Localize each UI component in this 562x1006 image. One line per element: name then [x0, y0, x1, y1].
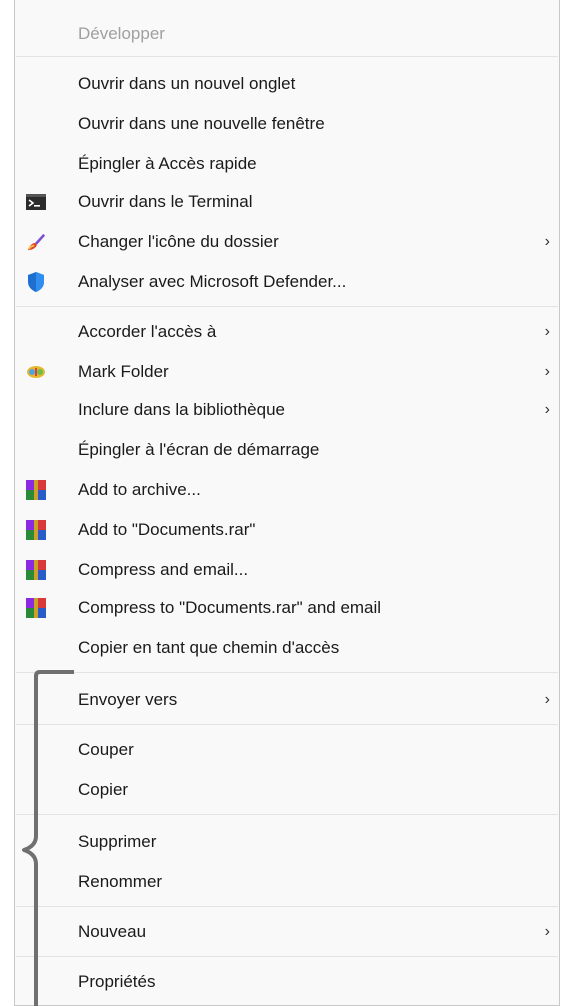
- chevron-right-icon: ›: [544, 233, 550, 250]
- menu-separator: [16, 814, 558, 815]
- paint-brush-icon: [26, 232, 46, 252]
- chevron-right-icon: ›: [544, 923, 550, 940]
- menu-item-label: Ouvrir dans le Terminal: [78, 192, 253, 211]
- winrar-icon: [26, 560, 46, 580]
- winrar-icon: [26, 480, 46, 500]
- menu-item-label: Accorder l'accès à: [78, 322, 217, 341]
- menu-item-label: Copier en tant que chemin d'accès: [78, 638, 340, 657]
- defender-shield-icon: [26, 272, 46, 292]
- menu-item-properties[interactable]: Propriétés: [16, 964, 558, 1000]
- winrar-icon: [26, 598, 46, 618]
- menu-item-send-to[interactable]: Envoyer vers ›: [16, 682, 558, 718]
- menu-item-copy-as-path[interactable]: Copier en tant que chemin d'accès: [16, 630, 558, 666]
- menu-item-developper: Développer: [16, 16, 558, 52]
- menu-item-change-folder-icon[interactable]: Changer l'icône du dossier ›: [16, 224, 558, 260]
- menu-item-open-new-window[interactable]: Ouvrir dans une nouvelle fenêtre: [16, 106, 558, 142]
- mark-folder-icon: [26, 362, 46, 382]
- menu-item-label: Épingler à l'écran de démarrage: [78, 440, 320, 459]
- menu-item-label: Renommer: [78, 872, 163, 891]
- chevron-right-icon: ›: [544, 363, 550, 380]
- menu-item-scan-defender[interactable]: Analyser avec Microsoft Defender...: [16, 264, 558, 300]
- menu-item-label: Propriétés: [78, 972, 156, 991]
- menu-item-cut[interactable]: Couper: [16, 732, 558, 768]
- menu-item-mark-folder[interactable]: Mark Folder ›: [16, 354, 558, 390]
- chevron-right-icon: ›: [544, 401, 550, 418]
- menu-item-include-library[interactable]: Inclure dans la bibliothèque ›: [16, 392, 558, 428]
- menu-item-label: Couper: [78, 740, 134, 759]
- menu-item-label: Épingler à Accès rapide: [78, 154, 257, 173]
- menu-item-delete[interactable]: Supprimer: [16, 824, 558, 860]
- menu-item-label: Copier: [78, 780, 129, 799]
- menu-separator: [16, 56, 558, 57]
- menu-item-rename[interactable]: Renommer: [16, 864, 558, 900]
- menu-item-open-terminal[interactable]: Ouvrir dans le Terminal: [16, 184, 558, 220]
- menu-item-label: Add to "Documents.rar": [78, 520, 256, 539]
- winrar-icon: [26, 520, 46, 540]
- menu-item-label: Add to archive...: [78, 480, 201, 499]
- menu-item-grant-access[interactable]: Accorder l'accès à ›: [16, 314, 558, 350]
- menu-item-label: Nouveau: [78, 922, 147, 941]
- menu-item-label: Changer l'icône du dossier: [78, 232, 279, 251]
- menu-item-compress-email[interactable]: Compress and email...: [16, 552, 558, 588]
- menu-item-copy[interactable]: Copier: [16, 772, 558, 808]
- menu-item-label: Compress and email...: [78, 560, 249, 579]
- terminal-icon: [26, 192, 46, 212]
- context-menu: Développer Ouvrir dans un nouvel onglet …: [14, 0, 560, 1006]
- menu-separator: [16, 306, 558, 307]
- menu-separator: [16, 724, 558, 725]
- menu-separator: [16, 956, 558, 957]
- menu-item-label: Inclure dans la bibliothèque: [78, 400, 285, 419]
- menu-item-pin-quick-access[interactable]: Épingler à Accès rapide: [16, 146, 558, 182]
- menu-item-add-to-archive[interactable]: Add to archive...: [16, 472, 558, 508]
- chevron-right-icon: ›: [544, 323, 550, 340]
- menu-item-label: Mark Folder: [78, 362, 169, 381]
- menu-item-add-to-documents-rar[interactable]: Add to "Documents.rar": [16, 512, 558, 548]
- menu-item-label: Envoyer vers: [78, 690, 178, 709]
- menu-item-compress-documents-email[interactable]: Compress to "Documents.rar" and email: [16, 590, 558, 626]
- menu-separator: [16, 906, 558, 907]
- menu-item-pin-start[interactable]: Épingler à l'écran de démarrage: [16, 432, 558, 468]
- menu-item-label: Ouvrir dans un nouvel onglet: [78, 74, 296, 93]
- menu-separator: [16, 672, 558, 673]
- menu-item-label: Ouvrir dans une nouvelle fenêtre: [78, 114, 325, 133]
- menu-item-label: Supprimer: [78, 832, 157, 851]
- menu-item-label: Compress to "Documents.rar" and email: [78, 598, 382, 617]
- menu-item-open-new-tab[interactable]: Ouvrir dans un nouvel onglet: [16, 66, 558, 102]
- menu-item-new[interactable]: Nouveau ›: [16, 914, 558, 950]
- menu-item-label: Analyser avec Microsoft Defender...: [78, 272, 347, 291]
- menu-item-label: Développer: [78, 24, 165, 43]
- chevron-right-icon: ›: [544, 691, 550, 708]
